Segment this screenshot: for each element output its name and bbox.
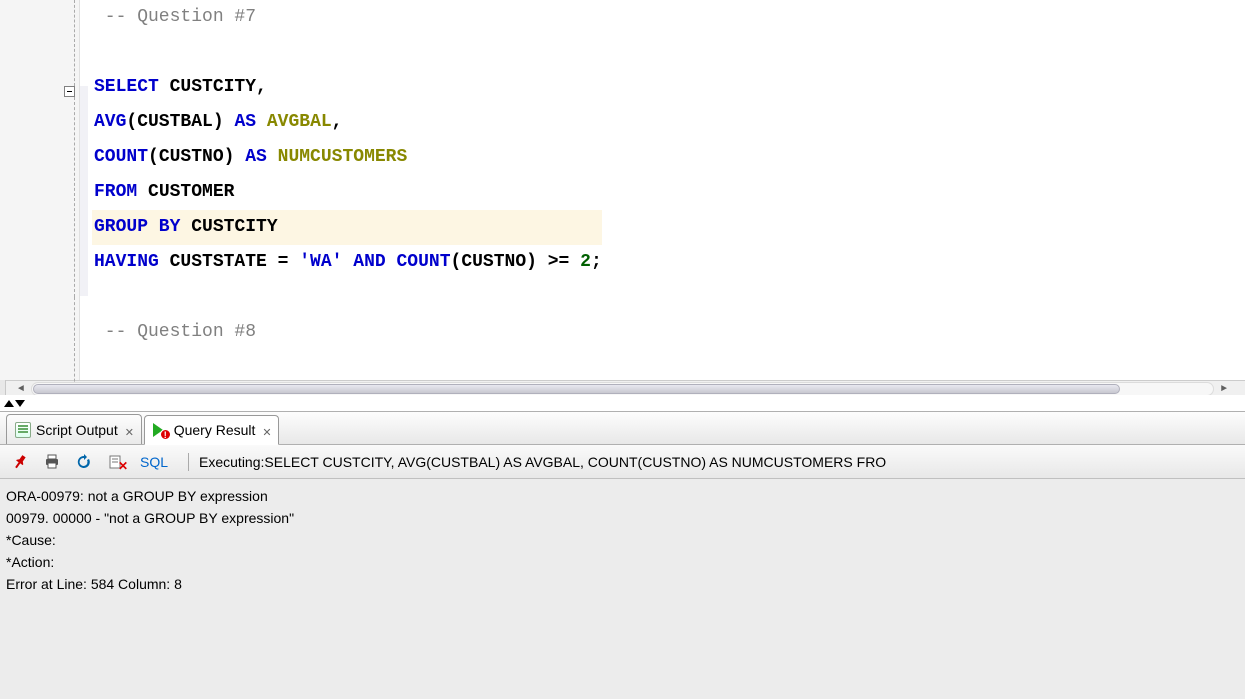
code-line[interactable]	[92, 280, 602, 315]
results-tabs: Script Output ✕ ! Query Result ✕	[0, 411, 1245, 445]
code-line[interactable]: COUNT(CUSTNO) AS NUMCUSTOMERS	[92, 140, 602, 175]
toolbar-divider	[188, 453, 189, 471]
tab-script-output[interactable]: Script Output ✕	[6, 414, 142, 444]
clear-results-icon[interactable]: ✕	[104, 450, 128, 474]
query-result-icon: !	[153, 422, 169, 438]
refresh-icon[interactable]	[72, 450, 96, 474]
close-icon[interactable]: ✕	[125, 426, 133, 434]
tab-query-result[interactable]: ! Query Result ✕	[144, 415, 280, 445]
scroll-thumb[interactable]	[33, 384, 1120, 394]
panel-splitter[interactable]	[0, 395, 1245, 411]
output-line: *Action:	[6, 551, 1239, 573]
close-icon[interactable]: ✕	[262, 426, 270, 434]
horizontal-scrollbar[interactable]: ◄ ►	[0, 380, 1245, 395]
fold-collapse-icon[interactable]	[64, 86, 75, 97]
output-line: Error at Line: 584 Column: 8	[6, 573, 1239, 595]
print-icon[interactable]	[40, 450, 64, 474]
results-toolbar: ✕ SQL Executing:SELECT CUSTCITY, AVG(CUS…	[0, 445, 1245, 479]
scroll-left-icon[interactable]: ◄	[15, 383, 27, 395]
code-line[interactable]: SELECT CUSTCITY,	[92, 70, 602, 105]
sql-link[interactable]: SQL	[140, 454, 168, 470]
error-badge-icon: !	[160, 429, 171, 440]
code-area[interactable]: -- Question #7 SELECT CUSTCITY,AVG(CUSTB…	[80, 0, 602, 380]
executing-text: Executing:SELECT CUSTCITY, AVG(CUSTBAL) …	[199, 454, 886, 470]
tab-label: Query Result	[174, 422, 256, 438]
tab-label: Script Output	[36, 422, 118, 438]
collapse-up-icon[interactable]	[4, 400, 14, 407]
collapse-down-icon[interactable]	[15, 400, 25, 407]
code-line[interactable]: -- Question #7	[92, 0, 602, 35]
code-line[interactable]	[92, 35, 602, 70]
code-editor-panel: -- Question #7 SELECT CUSTCITY,AVG(CUSTB…	[0, 0, 1245, 395]
scroll-track[interactable]	[31, 382, 1214, 395]
error-output-panel[interactable]: ORA-00979: not a GROUP BY expression 009…	[0, 479, 1245, 699]
editor-gutter[interactable]	[0, 0, 80, 380]
output-line: 00979. 00000 - "not a GROUP BY expressio…	[6, 507, 1239, 529]
output-line: *Cause:	[6, 529, 1239, 551]
code-line[interactable]: -- Question #8	[92, 315, 602, 350]
code-line[interactable]: GROUP BY CUSTCITY	[92, 210, 602, 245]
scroll-right-icon[interactable]: ►	[1218, 383, 1230, 395]
code-line[interactable]: FROM CUSTOMER	[92, 175, 602, 210]
script-output-icon	[15, 422, 31, 438]
code-line[interactable]: HAVING CUSTSTATE = 'WA' AND COUNT(CUSTNO…	[92, 245, 602, 280]
output-line: ORA-00979: not a GROUP BY expression	[6, 485, 1239, 507]
code-line[interactable]: AVG(CUSTBAL) AS AVGBAL,	[92, 105, 602, 140]
pin-icon[interactable]	[3, 445, 36, 478]
